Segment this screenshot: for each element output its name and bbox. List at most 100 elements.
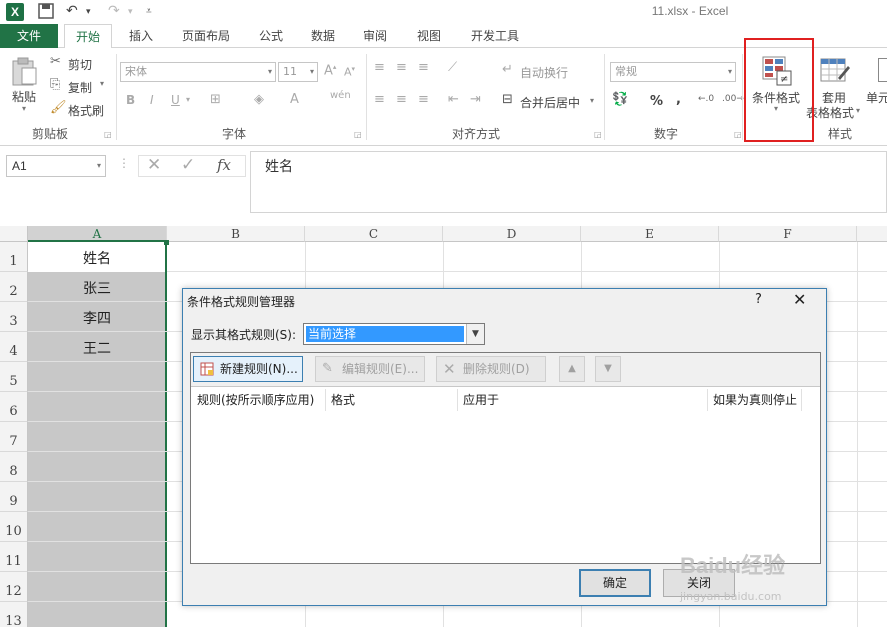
tab-developer[interactable]: 开发工具 [466,24,524,48]
column-header-e[interactable]: E [581,226,719,242]
align-center-icon[interactable]: ≡ [396,92,407,107]
row-header-13[interactable]: 13 [0,602,28,627]
row-header-12[interactable]: 12 [0,572,28,602]
merge-center-icon[interactable]: ⊟ [502,92,513,107]
cell-a1[interactable]: 姓名 [28,248,166,268]
align-middle-icon[interactable]: ≡ [396,60,407,75]
redo-icon[interactable]: ↷ [108,3,120,19]
row-header-10[interactable]: 10 [0,512,28,542]
number-launcher-icon[interactable]: ◲ [734,130,742,139]
cell-a3[interactable]: 李四 [28,308,166,328]
save-icon[interactable] [38,3,54,23]
customize-qat-icon[interactable]: ⩡ [146,6,152,17]
merge-center-button[interactable]: 合并后居中 [520,94,580,111]
cut-button[interactable]: 剪切 [68,56,92,73]
percent-button[interactable]: % [650,94,663,109]
row-header-6[interactable]: 6 [0,392,28,422]
row-header-9[interactable]: 9 [0,482,28,512]
row-header-7[interactable]: 7 [0,422,28,452]
clipboard-launcher-icon[interactable]: ◲ [104,130,112,139]
italic-button[interactable]: I [150,93,154,107]
phonetic-icon[interactable]: wén [330,90,351,101]
number-format-combo[interactable]: 常规 ▾ [610,62,736,82]
tab-page-layout[interactable]: 页面布局 [176,24,236,48]
comma-button[interactable]: , [676,92,681,107]
column-header-b[interactable]: B [167,226,305,242]
fill-color-icon[interactable]: ◈ [254,92,264,107]
formula-input[interactable]: 姓名 [250,151,887,213]
underline-button[interactable]: U [171,93,180,107]
align-top-icon[interactable]: ≡ [374,60,385,75]
show-rules-select[interactable]: 当前选择 ▼ [303,323,485,345]
column-format[interactable]: 格式 [331,391,355,408]
column-header-d[interactable]: D [443,226,581,242]
cancel-icon[interactable]: ✕ [147,155,161,175]
underline-dropdown-icon[interactable]: ▾ [186,95,190,104]
borders-icon[interactable]: ⊞ [210,92,221,107]
tab-home[interactable]: 开始 [64,24,112,49]
bold-button[interactable]: B [126,93,135,107]
format-painter-button[interactable]: 格式刷 [68,102,104,119]
tab-formulas[interactable]: 公式 [254,24,288,48]
wrap-text-icon[interactable]: ↵ [502,62,513,77]
move-down-button[interactable]: ▼ [595,356,621,382]
move-up-button[interactable]: ▲ [559,356,585,382]
column-header-f[interactable]: F [719,226,857,242]
decrease-decimal-icon[interactable]: .00→ [722,94,744,104]
tab-file[interactable]: 文件 [0,24,58,48]
format-as-table-icon[interactable] [820,56,850,89]
align-left-icon[interactable]: ≡ [374,92,385,107]
row-header-2[interactable]: 2 [0,272,28,302]
paste-dropdown-icon[interactable]: ▾ [22,104,26,113]
font-color-icon[interactable]: A [290,92,299,107]
row-header-3[interactable]: 3 [0,302,28,332]
column-header-a[interactable]: A [28,226,167,242]
name-box[interactable]: A1 ▾ [6,155,106,177]
orientation-icon[interactable]: ⟋ [448,60,457,75]
row-header-4[interactable]: 4 [0,332,28,362]
format-as-table-dropdown-icon[interactable]: ▾ [856,106,860,115]
increase-indent-icon[interactable]: ⇥ [470,92,481,107]
paste-icon[interactable] [10,56,38,89]
font-size-combo[interactable]: 11 ▾ [278,62,318,82]
increase-font-icon[interactable]: A▴ [324,63,336,78]
undo-dropdown-icon[interactable]: ▾ [86,7,91,17]
column-rule[interactable]: 规则(按所示顺序应用) [197,391,314,408]
fill-handle[interactable] [164,240,169,245]
column-header-g[interactable] [857,226,887,242]
font-launcher-icon[interactable]: ◲ [354,130,362,139]
tab-insert[interactable]: 插入 [124,24,158,48]
accounting-format-icon[interactable]: 💱 [612,92,628,107]
undo-icon[interactable]: ↶ [66,3,78,19]
delete-rule-button[interactable]: ✕ 删除规则(D) [436,356,546,382]
decrease-font-icon[interactable]: A▾ [344,65,355,79]
new-rule-button[interactable]: 新建规则(N)... [193,356,303,382]
align-bottom-icon[interactable]: ≡ [418,60,429,75]
row-header-1[interactable]: 1 [0,242,28,272]
wrap-text-button[interactable]: 自动换行 [520,64,568,81]
column-header-c[interactable]: C [305,226,443,242]
redo-dropdown-icon[interactable]: ▾ [128,7,133,17]
paste-button[interactable]: 粘贴 [12,88,36,105]
ok-button[interactable]: 确定 [579,569,651,597]
column-stop-if-true[interactable]: 如果为真则停止 [713,391,797,408]
insert-function-icon[interactable]: fx [217,156,231,174]
column-applies-to[interactable]: 应用于 [463,391,499,408]
select-all-corner[interactable] [0,226,28,242]
format-painter-icon[interactable]: 🖌 [50,100,67,115]
increase-decimal-icon[interactable]: ←.0 [698,94,714,104]
enter-check-icon[interactable]: ✓ [181,155,195,175]
merge-dropdown-icon[interactable]: ▾ [590,96,594,105]
cell-styles-icon[interactable] [878,58,887,82]
help-icon[interactable]: ? [755,292,762,307]
row-header-8[interactable]: 8 [0,452,28,482]
decrease-indent-icon[interactable]: ⇤ [448,92,459,107]
cell-a2[interactable]: 张三 [28,278,166,298]
alignment-launcher-icon[interactable]: ◲ [594,130,602,139]
tab-view[interactable]: 视图 [412,24,446,48]
align-right-icon[interactable]: ≡ [418,92,429,107]
cut-icon[interactable]: ✂ [50,54,61,69]
row-header-5[interactable]: 5 [0,362,28,392]
font-name-combo[interactable]: 宋体 ▾ [120,62,276,82]
copy-button[interactable]: 复制 [68,79,92,96]
